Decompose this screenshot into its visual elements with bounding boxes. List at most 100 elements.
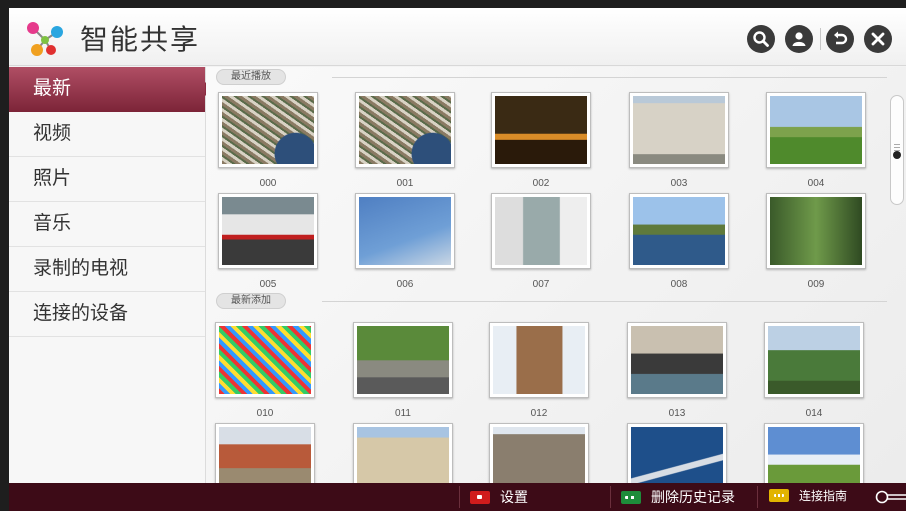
section-label-recent: 最近播放: [216, 69, 286, 85]
thumbnail-label: 010: [256, 408, 274, 419]
thumbnail-label: 005: [259, 279, 277, 290]
thumbnail-image: [633, 96, 725, 164]
thumbnail-label: 004: [807, 178, 825, 189]
thumbnail-image: [631, 326, 723, 394]
media-thumbnail[interactable]: [355, 193, 455, 269]
thumbnail-image: [770, 96, 862, 164]
thumbnail-label: 009: [807, 279, 825, 290]
media-thumbnail[interactable]: [766, 92, 866, 168]
sidebar-item-label: 照片: [33, 167, 72, 189]
toggle-icon[interactable]: [875, 490, 906, 504]
yellow-key-icon: [769, 489, 789, 502]
thumbnail-label: 003: [670, 178, 688, 189]
footer-divider: [459, 486, 460, 508]
thumbnail-image: [493, 427, 585, 483]
media-thumbnail[interactable]: [215, 322, 315, 398]
sidebar-item-latest[interactable]: 最新: [9, 67, 212, 112]
footer-divider: [757, 486, 758, 508]
media-thumbnail[interactable]: [629, 193, 729, 269]
media-thumbnail[interactable]: [764, 322, 864, 398]
settings-label: 设置: [500, 490, 528, 506]
thumbnail-label: 014: [805, 408, 823, 419]
media-thumbnail[interactable]: [215, 423, 315, 483]
media-thumbnail[interactable]: [764, 423, 864, 483]
thumbnail-image: [631, 427, 723, 483]
footer-divider: [610, 486, 611, 508]
thumbnail-image: [768, 326, 860, 394]
thumbnail-label: 011: [395, 408, 411, 419]
smart-share-window: 智能共享 最新 视频 照片 音乐 录制的电视 连接的设备 最近播放 最新添加 0…: [9, 8, 906, 511]
thumbnail-label: 013: [668, 408, 686, 419]
thumbnail-image: [495, 197, 587, 265]
thumbnail-image: [493, 326, 585, 394]
side-indicator: [893, 151, 901, 159]
thumbnail-label: 007: [532, 279, 550, 290]
green-key-icon: [621, 490, 641, 504]
footer-bar: 设置 删除历史记录 连接指南: [9, 483, 906, 511]
thumbnail-image: [222, 197, 314, 265]
thumbnail-image: [219, 427, 311, 483]
header-divider: [820, 28, 821, 50]
red-key-icon: [470, 490, 490, 504]
sidebar-item-label: 最新: [33, 77, 72, 99]
thumbnail-label: 000: [259, 178, 277, 189]
close-button[interactable]: [864, 25, 892, 53]
header: 智能共享: [9, 8, 906, 66]
sidebar-item-connected-devices[interactable]: 连接的设备: [9, 292, 205, 337]
sidebar-item-music[interactable]: 音乐: [9, 202, 205, 247]
media-thumbnail[interactable]: [489, 322, 589, 398]
user-button[interactable]: [785, 25, 813, 53]
delete-history-button[interactable]: 删除历史记录: [621, 487, 735, 507]
media-thumbnail[interactable]: [491, 92, 591, 168]
thumbnail-image: [768, 427, 860, 483]
sidebar: 最新 视频 照片 音乐 录制的电视 连接的设备: [9, 67, 212, 483]
media-thumbnail[interactable]: [489, 423, 589, 483]
sidebar-item-label: 录制的电视: [33, 257, 129, 279]
thumbnail-image: [359, 197, 451, 265]
media-grid: 最近播放 最新添加 000 001 002 003 004 005 006 007 008 009…: [206, 67, 906, 483]
media-thumbnail[interactable]: [353, 322, 453, 398]
media-thumbnail[interactable]: [629, 92, 729, 168]
thumbnail-image: [222, 96, 314, 164]
thumbnail-image: [770, 197, 862, 265]
sidebar-item-label: 视频: [33, 122, 72, 144]
settings-button[interactable]: 设置: [470, 487, 528, 507]
sidebar-item-video[interactable]: 视频: [9, 112, 205, 157]
media-thumbnail[interactable]: [491, 193, 591, 269]
media-thumbnail[interactable]: [766, 193, 866, 269]
thumbnail-image: [633, 197, 725, 265]
thumbnail-label: 001: [396, 178, 414, 189]
thumbnail-label: 002: [532, 178, 550, 189]
media-thumbnail[interactable]: [627, 423, 727, 483]
sidebar-item-label: 连接的设备: [33, 302, 129, 324]
scrollbar[interactable]: [890, 95, 904, 205]
thumbnail-label: 008: [670, 279, 688, 290]
thumbnail-label: 006: [396, 279, 414, 290]
media-thumbnail[interactable]: [355, 92, 455, 168]
sidebar-item-photos[interactable]: 照片: [9, 157, 205, 202]
media-thumbnail[interactable]: [353, 423, 453, 483]
connection-guide-button[interactable]: 连接指南: [769, 487, 847, 504]
search-icon: [753, 31, 769, 47]
thumbnail-image: [357, 427, 449, 483]
section-label-added: 最新添加: [216, 293, 286, 309]
thumbnail-image: [357, 326, 449, 394]
back-button[interactable]: [826, 25, 854, 53]
sidebar-item-label: 音乐: [33, 212, 72, 234]
search-button[interactable]: [747, 25, 775, 53]
section-divider: [322, 301, 887, 302]
close-icon: [871, 32, 885, 46]
smart-share-logo-icon: [27, 22, 63, 56]
media-thumbnail[interactable]: [218, 92, 318, 168]
thumbnail-label: 012: [530, 408, 548, 419]
thumbnail-image: [495, 96, 587, 164]
back-icon: [834, 31, 848, 45]
delete-history-label: 删除历史记录: [651, 490, 735, 506]
sidebar-item-recorded-tv[interactable]: 录制的电视: [9, 247, 205, 292]
media-thumbnail[interactable]: [218, 193, 318, 269]
connection-guide-label: 连接指南: [799, 489, 848, 503]
user-icon: [792, 32, 806, 46]
thumbnail-image: [219, 326, 311, 394]
media-thumbnail[interactable]: [627, 322, 727, 398]
app-title: 智能共享: [80, 23, 201, 56]
